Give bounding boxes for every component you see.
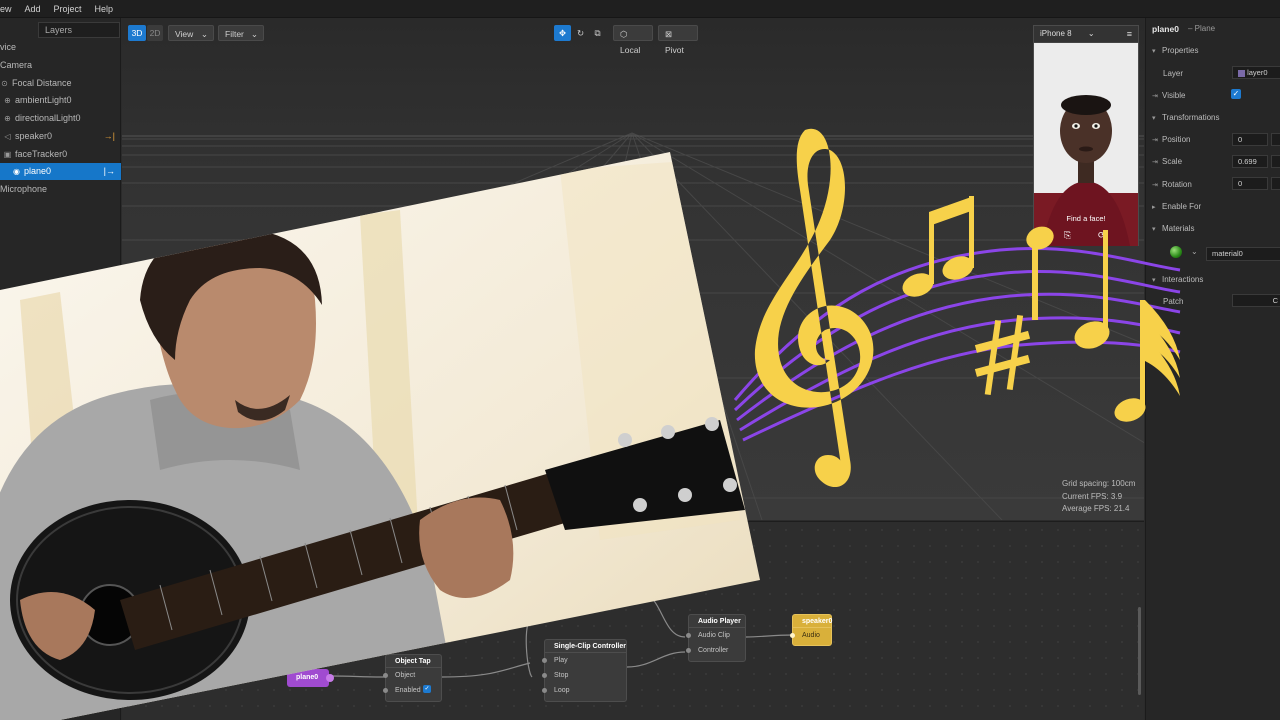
quarter-note-icon bbox=[1074, 230, 1110, 349]
treble-clef-icon bbox=[754, 128, 874, 488]
music-symbols bbox=[754, 128, 1180, 488]
sixteenth-note-icon bbox=[1114, 300, 1180, 422]
sharp-icon bbox=[974, 314, 1031, 396]
music-notes-overlay bbox=[733, 128, 1181, 488]
